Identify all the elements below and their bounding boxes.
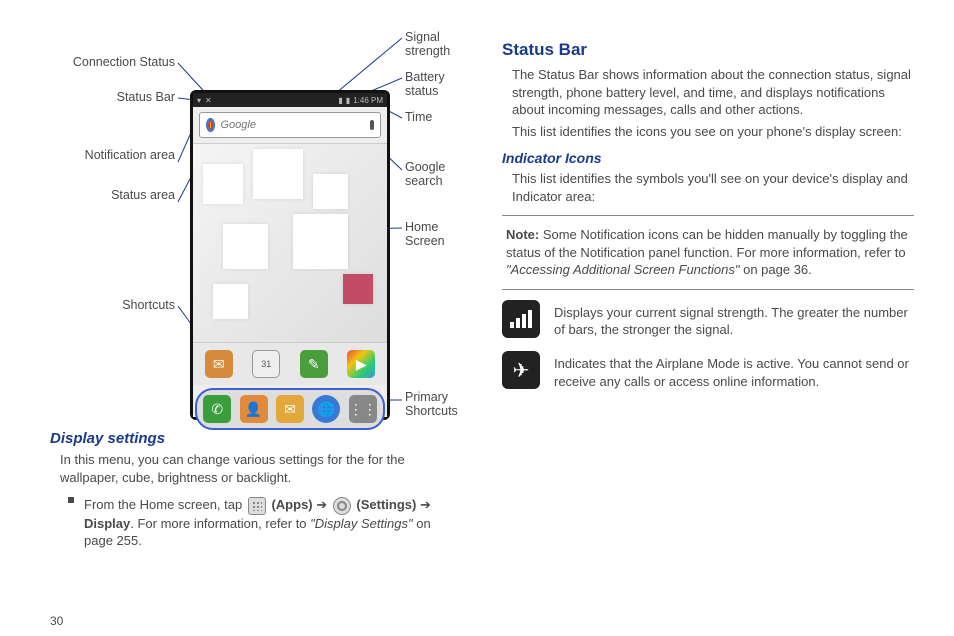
bullet-icon	[68, 497, 74, 503]
contacts-app-icon[interactable]: 👤	[240, 395, 268, 423]
airplane-mode-row: ✈ Indicates that the Airplane Mode is ac…	[502, 351, 914, 394]
mic-icon[interactable]	[370, 120, 375, 130]
play-store-icon[interactable]: ▶	[347, 350, 375, 378]
indicator-p3: This list identifies the symbols you'll …	[502, 170, 914, 205]
phone-status-bar: ▾ ✕ ▮ ▮ 1:46 PM	[193, 93, 387, 107]
primary-shortcuts-row: ✆ 👤 ✉ 🌐 ⋮⋮	[195, 388, 385, 430]
bluetooth-icon: ✕	[205, 96, 212, 105]
apps-drawer-icon[interactable]: ⋮⋮	[349, 395, 377, 423]
label-google-search: Google search	[405, 160, 462, 188]
note-block: Note: Some Notification icons can be hid…	[502, 226, 914, 279]
google-search-bar[interactable]	[199, 112, 381, 138]
label-connection-status: Connection Status	[40, 55, 175, 69]
messaging-app-icon[interactable]: ✉	[276, 395, 304, 423]
label-primary-shortcuts: Primary Shortcuts	[405, 390, 462, 418]
clock: 1:46 PM	[353, 96, 383, 105]
home-screen-diagram: Connection Status Status Bar Notificatio…	[50, 30, 462, 420]
label-status-area: Status area	[40, 188, 175, 202]
shortcuts-row: ✉ 31 ✎ ▶	[193, 343, 387, 385]
label-notification-area: Notification area	[40, 148, 175, 162]
apps-inline-icon	[248, 497, 266, 515]
display-settings-heading: Display settings	[50, 430, 462, 447]
indicator-icons-heading: Indicator Icons	[502, 150, 914, 166]
label-signal-strength: Signal strength	[405, 30, 462, 58]
status-bar-p1: The Status Bar shows information about t…	[502, 66, 914, 119]
label-battery-status: Battery status	[405, 70, 462, 98]
email-app-icon[interactable]: ✉	[205, 350, 233, 378]
phone-mockup: ▾ ✕ ▮ ▮ 1:46 PM ✉	[190, 90, 390, 420]
signal-icon: ▮	[338, 96, 342, 105]
label-home-screen: Home Screen	[405, 220, 462, 248]
home-screen-area[interactable]	[193, 143, 387, 343]
signal-strength-icon	[502, 300, 540, 338]
settings-inline-icon	[333, 497, 351, 515]
calendar-app-icon[interactable]: 31	[252, 350, 280, 378]
page-number: 30	[50, 614, 63, 628]
wifi-icon: ▾	[197, 96, 201, 105]
airplane-mode-icon: ✈	[502, 351, 540, 389]
evernote-app-icon[interactable]: ✎	[300, 350, 328, 378]
internet-app-icon[interactable]: 🌐	[312, 395, 340, 423]
display-settings-para: In this menu, you can change various set…	[50, 451, 462, 486]
signal-strength-row: Displays your current signal strength. T…	[502, 300, 914, 343]
label-time: Time	[405, 110, 432, 124]
status-bar-heading: Status Bar	[502, 40, 914, 60]
label-status-bar: Status Bar	[40, 90, 175, 104]
divider	[502, 215, 914, 216]
label-shortcuts: Shortcuts	[40, 298, 175, 312]
phone-app-icon[interactable]: ✆	[203, 395, 231, 423]
divider	[502, 289, 914, 290]
search-input[interactable]	[221, 119, 364, 131]
display-settings-bullet: From the Home screen, tap (Apps) ➔ (Sett…	[50, 492, 462, 554]
google-icon	[206, 118, 215, 132]
status-bar-p2: This list identifies the icons you see o…	[502, 123, 914, 141]
battery-icon: ▮	[346, 96, 350, 105]
